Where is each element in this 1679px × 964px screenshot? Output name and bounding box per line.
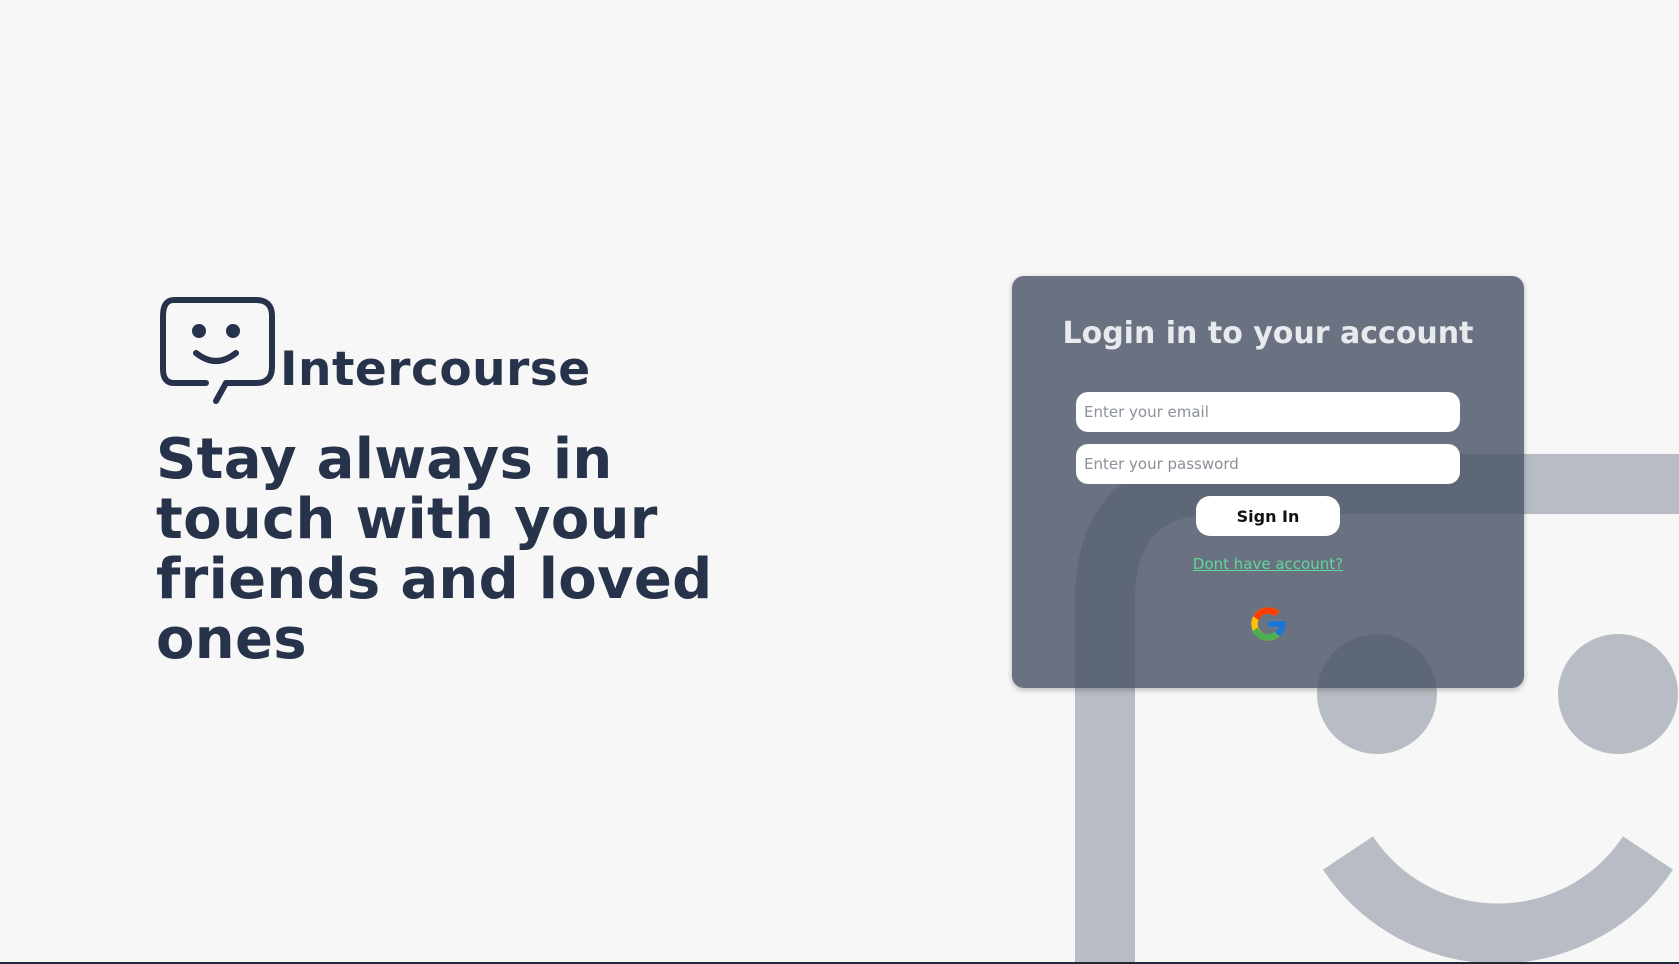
password-input[interactable] — [1076, 444, 1460, 484]
brand: Intercourse — [160, 297, 591, 409]
sign-in-button[interactable]: Sign In — [1196, 496, 1340, 536]
brand-name: Intercourse — [280, 342, 591, 397]
login-card: Login in to your account Sign In Dont ha… — [1012, 276, 1524, 688]
login-title: Login in to your account — [1062, 316, 1474, 351]
google-icon[interactable] — [1246, 602, 1290, 646]
email-input[interactable] — [1076, 392, 1460, 432]
register-link[interactable]: Dont have account? — [1012, 555, 1524, 573]
smiley-chat-bubble-icon — [160, 297, 275, 404]
login-page: Intercourse Stay always in touch with yo… — [0, 0, 1679, 964]
hero-tagline: Stay always in touch with your friends a… — [156, 427, 713, 672]
